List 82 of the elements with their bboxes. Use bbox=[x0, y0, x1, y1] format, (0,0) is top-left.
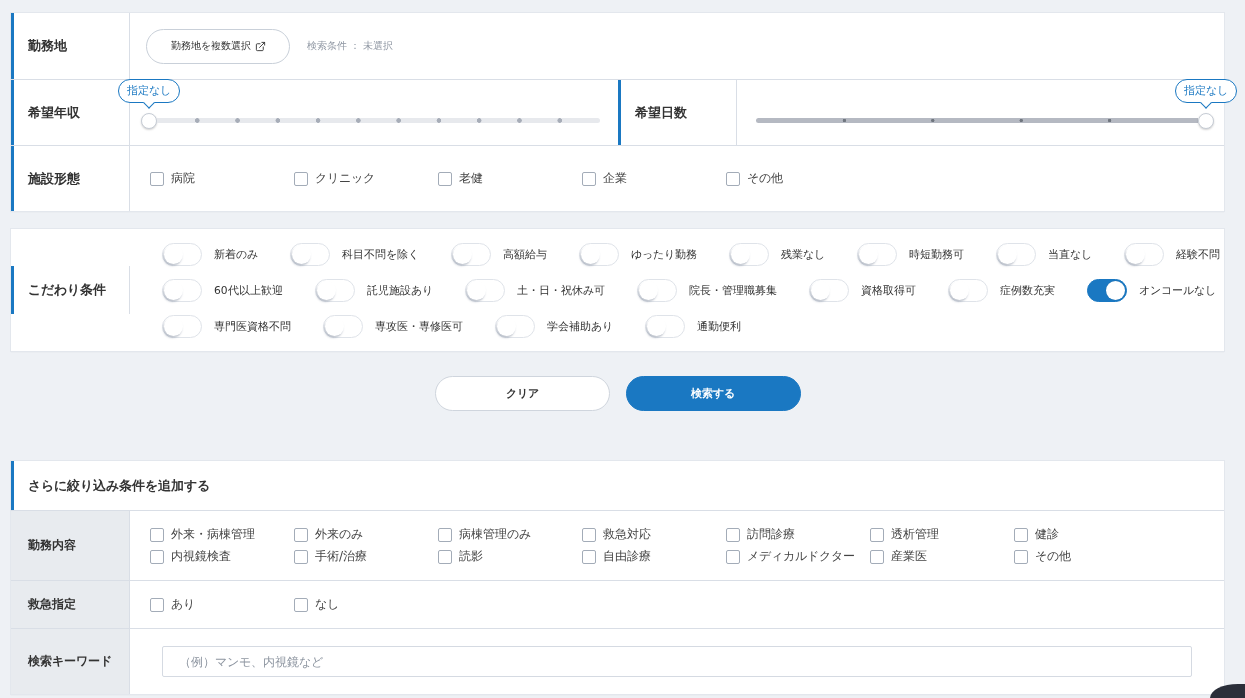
checkbox-label: 外来のみ bbox=[315, 526, 363, 543]
multi-select-button[interactable]: 勤務地を複数選択 bbox=[146, 28, 290, 64]
toggle-label: 土・日・祝休み可 bbox=[516, 283, 605, 298]
checkbox-label: その他 bbox=[747, 170, 783, 187]
checkbox-label: 手術/治療 bbox=[315, 548, 368, 565]
checkbox[interactable] bbox=[294, 171, 308, 186]
field-label: 検索キーワード bbox=[28, 653, 112, 670]
checkbox[interactable] bbox=[150, 171, 164, 186]
checkbox-label: その他 bbox=[1035, 548, 1071, 565]
checkbox-label: 内視鏡検査 bbox=[171, 548, 231, 565]
checkbox[interactable] bbox=[1014, 527, 1028, 542]
field-label: 希望日数 bbox=[634, 103, 687, 122]
toggle-label: 院長・管理職募集 bbox=[688, 283, 777, 298]
checkbox-label: 外来・病棟管理 bbox=[171, 526, 255, 543]
checkbox[interactable] bbox=[294, 597, 308, 612]
field-label: こだわり条件 bbox=[28, 281, 106, 299]
toggle-label: 学会補助あり bbox=[547, 319, 613, 334]
checkbox[interactable] bbox=[870, 527, 884, 542]
toggle-label: 科目不問を除く bbox=[342, 247, 419, 262]
toggle-label: 専攻医・専修医可 bbox=[375, 319, 463, 334]
value-tooltip: 指定なし bbox=[118, 78, 180, 110]
checkbox-label: 老健 bbox=[459, 170, 483, 187]
section-title: さらに絞り込み条件を追加する bbox=[28, 476, 210, 495]
toggle-label: 新着のみ bbox=[214, 247, 258, 262]
checkbox[interactable] bbox=[582, 527, 596, 542]
toggle-label: 高額給与 bbox=[503, 247, 547, 262]
field-label: 希望年収 bbox=[28, 103, 80, 122]
checkbox-label: 読影 bbox=[459, 548, 483, 565]
value-tooltip: 指定なし bbox=[1175, 78, 1237, 110]
checkbox[interactable] bbox=[294, 549, 308, 564]
checkbox[interactable] bbox=[582, 171, 596, 186]
checkbox-label: あり bbox=[171, 596, 195, 613]
slider-track[interactable] bbox=[157, 118, 600, 123]
checkbox-label: 訪問診療 bbox=[747, 526, 795, 543]
checkbox-label: メディカルドクター bbox=[747, 548, 855, 565]
toggle-label: 時短勤務可 bbox=[909, 247, 964, 262]
checkbox[interactable] bbox=[726, 549, 740, 564]
toggle-label: 資格取得可 bbox=[860, 283, 916, 298]
toggle-label: 症例数充実 bbox=[999, 283, 1055, 298]
checkbox[interactable] bbox=[294, 527, 308, 542]
toggle-label: 60代以上歓迎 bbox=[214, 283, 283, 298]
keyword-input[interactable]: （例）マンモ、内視鏡など bbox=[162, 646, 1192, 677]
toggle-label: オンコールなし bbox=[1138, 283, 1216, 298]
checkbox[interactable] bbox=[438, 171, 452, 186]
checkbox[interactable] bbox=[150, 527, 164, 542]
toggle-label: 経験不問 bbox=[1176, 247, 1220, 262]
checkbox-label: 病棟管理のみ bbox=[459, 526, 531, 543]
checkbox[interactable] bbox=[150, 549, 164, 564]
toggle-label: 通勤便利 bbox=[697, 319, 741, 334]
field-label: 救急指定 bbox=[28, 596, 76, 613]
external-link-icon bbox=[254, 40, 266, 52]
checkbox-label: なし bbox=[315, 596, 339, 613]
search-button[interactable]: 検索する bbox=[625, 376, 801, 411]
checkbox-label: 自由診療 bbox=[603, 548, 651, 565]
checkbox[interactable] bbox=[150, 597, 164, 612]
checkbox-label: 産業医 bbox=[891, 548, 927, 565]
toggle-label: 当直なし bbox=[1048, 247, 1092, 262]
clear-button[interactable]: クリア bbox=[434, 376, 610, 411]
checkbox-label: 企業 bbox=[603, 170, 627, 187]
slider-thumb[interactable] bbox=[1198, 112, 1214, 129]
checkbox[interactable] bbox=[438, 527, 452, 542]
checkbox-label: 透析管理 bbox=[891, 526, 939, 543]
checkbox[interactable] bbox=[582, 549, 596, 564]
checkbox-label: 病院 bbox=[171, 170, 195, 187]
field-label: 勤務地 bbox=[28, 37, 67, 55]
checkbox-label: 健診 bbox=[1035, 526, 1059, 543]
toggle-label: 託児施設あり bbox=[366, 283, 433, 298]
checkbox[interactable] bbox=[438, 549, 452, 564]
checkbox[interactable] bbox=[726, 171, 740, 186]
field-label: 勤務内容 bbox=[28, 537, 76, 554]
status-text: 検索条件 ： 未選択 bbox=[307, 39, 394, 53]
checkbox[interactable] bbox=[870, 549, 884, 564]
checkbox[interactable] bbox=[726, 527, 740, 542]
checkbox-label: 救急対応 bbox=[603, 526, 651, 543]
field-label: 施設形態 bbox=[28, 169, 80, 188]
toggle-switch[interactable] bbox=[1086, 279, 1127, 302]
toggle-label: ゆったり勤務 bbox=[631, 247, 697, 262]
slider-thumb[interactable] bbox=[141, 112, 157, 129]
checkbox-label: クリニック bbox=[315, 170, 375, 187]
toggle-label: 残業なし bbox=[781, 247, 825, 262]
checkbox[interactable] bbox=[1014, 549, 1028, 564]
toggle-label: 専門医資格不問 bbox=[214, 319, 291, 334]
